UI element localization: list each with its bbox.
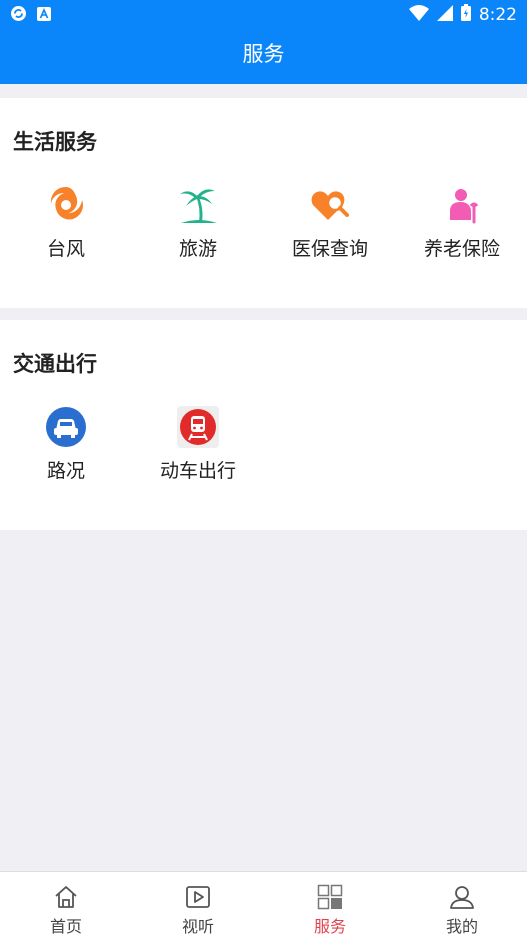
tab-media[interactable]: 视听: [132, 872, 264, 944]
service-item-typhoon[interactable]: 台风: [0, 184, 132, 261]
service-item-road-conditions[interactable]: 路况: [0, 406, 132, 483]
section-title: 交通出行: [13, 352, 97, 376]
signal-icon: [436, 4, 453, 26]
elderly-icon: [396, 184, 527, 226]
service-item-medical-insurance[interactable]: 医保查询: [264, 184, 396, 261]
tab-label: 服务: [313, 917, 346, 936]
service-item-label: 养老保险: [423, 238, 500, 260]
train-icon: [132, 406, 264, 448]
user-icon: [396, 884, 527, 910]
service-item-label: 旅游: [178, 238, 217, 260]
section-transportation: 交通出行 路况 动车出行: [0, 320, 527, 530]
car-icon: [0, 406, 132, 448]
a-icon: [37, 6, 51, 25]
service-item-pension[interactable]: 养老保险: [396, 184, 527, 261]
typhoon-icon: [0, 184, 132, 226]
service-item-label: 医保查询: [291, 238, 368, 260]
sync-icon: [10, 5, 27, 26]
tab-home[interactable]: 首页: [0, 872, 132, 944]
service-item-bullet-train[interactable]: 动车出行: [132, 406, 264, 483]
section-life-services: 生活服务 台风 旅游 医保查询 养老保险: [0, 98, 527, 308]
service-item-label: 动车出行: [159, 460, 236, 482]
tab-label: 视听: [181, 917, 214, 936]
service-item-label: 路况: [46, 460, 85, 482]
page-title: 服务: [242, 42, 285, 66]
status-bar: 8:22: [0, 0, 527, 28]
play-icon: [132, 884, 264, 910]
service-item-label: 台风: [46, 238, 85, 260]
home-icon: [0, 884, 132, 910]
bottom-tab-bar: 首页 视听 服务 我的: [0, 871, 527, 944]
tab-profile[interactable]: 我的: [396, 872, 527, 944]
tab-services[interactable]: 服务: [264, 872, 396, 944]
app-header: 8:22 服务: [0, 0, 527, 84]
grid-icon: [264, 884, 396, 910]
section-title: 生活服务: [13, 130, 97, 154]
battery-icon: [460, 4, 471, 26]
medical-insurance-icon: [264, 184, 396, 226]
tab-label: 首页: [49, 917, 82, 936]
clock-text: 8:22: [478, 5, 517, 25]
palm-tree-icon: [132, 184, 264, 226]
service-item-travel[interactable]: 旅游: [132, 184, 264, 261]
wifi-icon: [408, 4, 429, 26]
tab-label: 我的: [445, 917, 478, 936]
